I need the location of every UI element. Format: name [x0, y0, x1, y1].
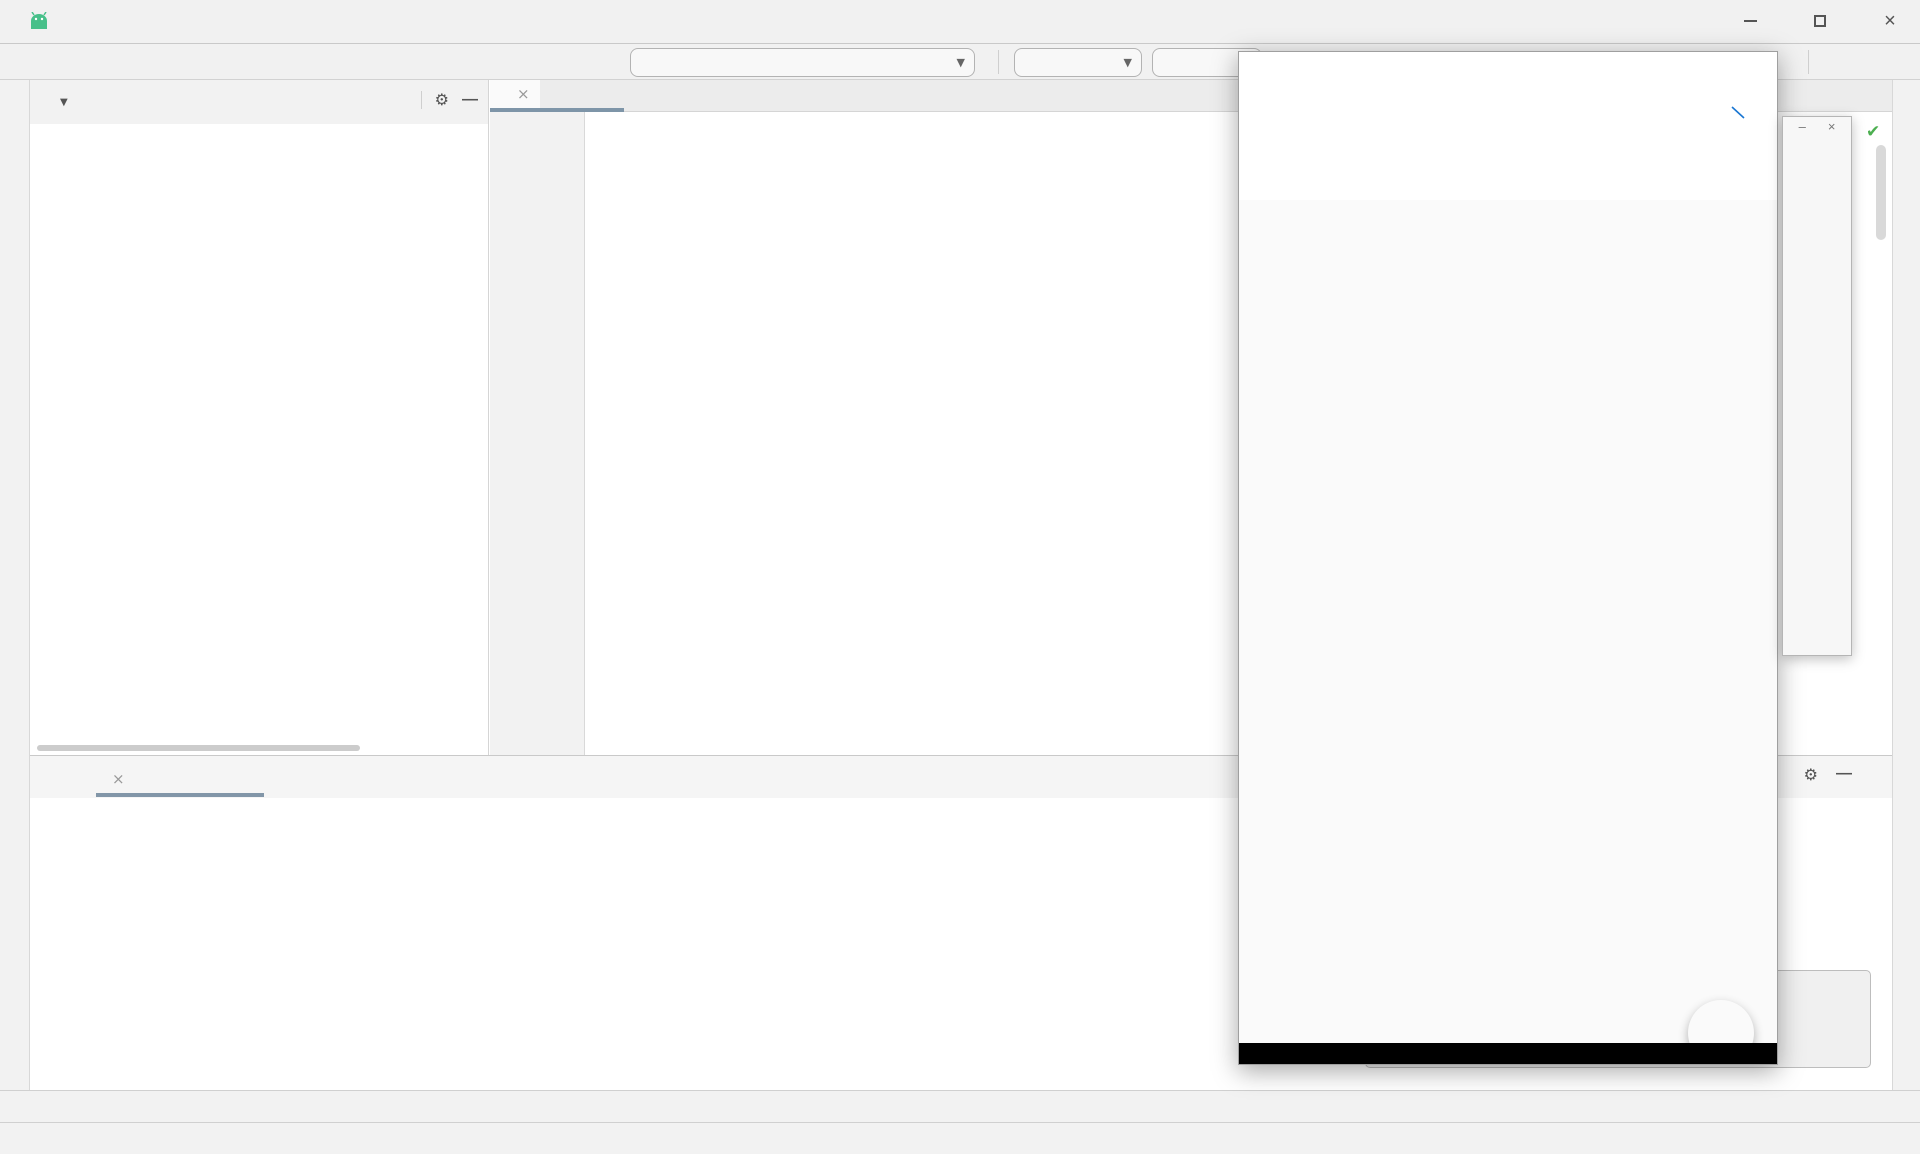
sdcard-icon: [1294, 106, 1303, 119]
chevron-down-icon: ▼: [1124, 56, 1132, 69]
emulator-screen[interactable]: ⚙ ⊘ ◀ ● ■: [1239, 96, 1777, 1064]
tool-window-bar: [0, 1090, 1920, 1122]
nav-home-icon[interactable]: ●: [1499, 1043, 1516, 1064]
minimize-icon[interactable]: –: [1799, 119, 1806, 134]
tab-main-dart[interactable]: ×: [490, 80, 540, 108]
toolbar-divider: [998, 50, 999, 74]
maximize-button[interactable]: [1805, 8, 1835, 34]
tab-active-underline: [96, 793, 264, 797]
data-saver-icon: ⊘: [1315, 104, 1327, 120]
toolbar-right-icons: [1796, 46, 1833, 78]
run-config-selector[interactable]: ▼: [1014, 48, 1142, 77]
toolbar-divider: [1808, 50, 1809, 74]
chevron-down-icon: ▼: [60, 97, 68, 108]
divider: [421, 91, 422, 109]
android-studio-logo-icon: [28, 12, 50, 32]
gear-icon[interactable]: ⚙: [1804, 765, 1818, 784]
android-nav-bar: ◀ ● ■: [1239, 1043, 1777, 1064]
close-icon[interactable]: ×: [1828, 119, 1836, 134]
project-tree: [30, 130, 488, 740]
tab-flutter-messages[interactable]: ×: [96, 764, 133, 794]
close-tab-icon[interactable]: ×: [517, 85, 530, 103]
nav-overview-icon[interactable]: ■: [1655, 1043, 1674, 1064]
flutter-app-bar: [1239, 128, 1777, 200]
close-tab-icon[interactable]: ×: [112, 770, 125, 788]
emulator-title-bar[interactable]: [1239, 52, 1777, 96]
battery-icon: [1754, 105, 1763, 120]
gear-icon: ⚙: [1269, 104, 1282, 120]
hide-panel-icon[interactable]: —: [462, 91, 478, 109]
emulator-side-toolbar: – ×: [1782, 116, 1852, 656]
panel-splitter[interactable]: [488, 80, 489, 755]
left-tool-stripe: [0, 80, 30, 1090]
app-body: [1239, 200, 1777, 1050]
android-studio-window: × ▼ ▼ ▼ ⚙ —: [0, 0, 1920, 1154]
gear-icon[interactable]: ⚙: [435, 90, 449, 109]
inspections-ok-icon[interactable]: ✔: [1866, 122, 1880, 142]
editor-gutter: [490, 112, 585, 755]
project-panel-title[interactable]: ▼: [44, 97, 68, 108]
title-bar: ×: [0, 0, 1920, 44]
minimize-button[interactable]: [1735, 8, 1765, 34]
chevron-down-icon: ▼: [957, 56, 965, 69]
editor-scrollbar[interactable]: [1876, 145, 1886, 240]
hide-panel-icon[interactable]: —: [1836, 765, 1852, 784]
project-panel-header: ▼ ⚙ —: [30, 80, 488, 124]
close-button[interactable]: ×: [1875, 8, 1905, 34]
right-tool-stripe: [1892, 80, 1920, 1090]
nav-back-icon[interactable]: ◀: [1339, 1043, 1354, 1064]
android-status-bar: ⚙ ⊘: [1239, 96, 1777, 128]
device-selector[interactable]: ▼: [630, 48, 975, 77]
horizontal-scrollbar[interactable]: [37, 745, 360, 751]
status-bar: [0, 1122, 1920, 1154]
android-emulator-window: ⚙ ⊘ ◀ ● ■: [1238, 51, 1778, 1065]
